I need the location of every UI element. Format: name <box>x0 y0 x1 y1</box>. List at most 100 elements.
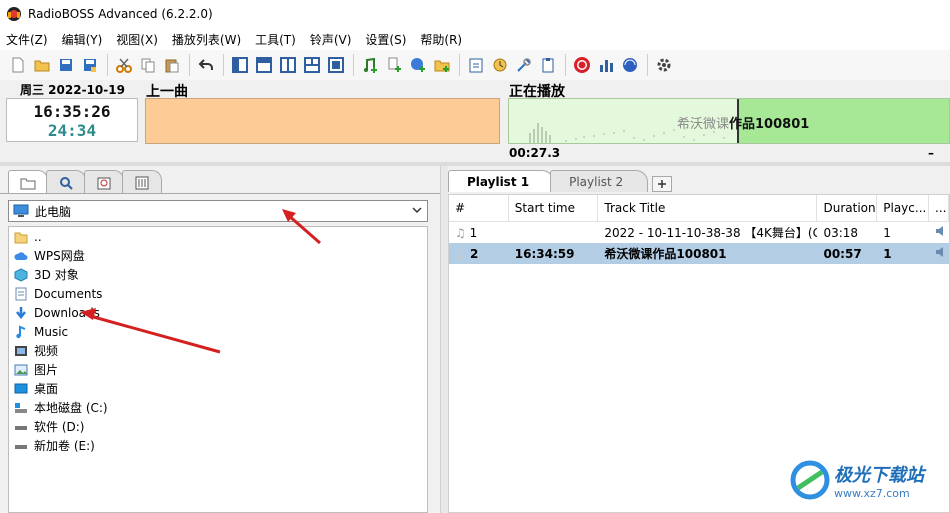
tab-playlist-1[interactable]: Playlist 1 <box>448 170 555 192</box>
tab-history[interactable] <box>84 170 124 194</box>
list-item[interactable]: 3D 对象 <box>9 265 427 284</box>
menu-file[interactable]: 文件(Z) <box>6 31 48 48</box>
layout-split-icon[interactable] <box>278 55 298 75</box>
drive-c-icon <box>13 400 29 416</box>
table-row-selected[interactable]: ♫ 2 16:34:59 希沃微课作品100801 00:57 1 <box>449 243 949 264</box>
list-item-label: .. <box>34 229 42 244</box>
layout-window-icon[interactable] <box>326 55 346 75</box>
cloud-drive-icon <box>13 248 29 264</box>
file-browser-panel: 此电脑 .. WPS网盘 3D 对象 Documents Downloads M… <box>0 166 440 513</box>
add-url-icon[interactable] <box>408 55 428 75</box>
schedule-icon[interactable] <box>466 55 486 75</box>
add-playlist-button[interactable] <box>652 176 673 192</box>
location-value: 此电脑 <box>35 204 72 219</box>
list-item[interactable]: 软件 (D:) <box>9 417 427 436</box>
search-icon <box>60 176 73 190</box>
row-playcount: 1 <box>883 225 891 240</box>
clipboard-icon[interactable] <box>538 55 558 75</box>
list-item-label: Music <box>34 324 69 339</box>
clock-elapsed: 24:34 <box>47 121 97 140</box>
drive-icon <box>13 438 29 454</box>
cut-icon[interactable] <box>114 55 134 75</box>
table-row[interactable]: ♫ 1 2022 - 10-11-10-38-38 【4K舞台】(G)I... … <box>449 222 949 243</box>
watermark-logo-icon <box>790 460 830 500</box>
column-duration[interactable]: Duration <box>817 195 878 221</box>
list-item-label: WPS网盘 <box>34 249 85 263</box>
menu-tools[interactable]: 工具(T) <box>255 31 296 48</box>
drive-icon <box>13 419 29 435</box>
list-item[interactable]: Documents <box>9 284 427 303</box>
row-duration: 03:18 <box>823 225 859 240</box>
column-start-time[interactable]: Start time <box>509 195 599 221</box>
paste-icon[interactable] <box>162 55 182 75</box>
row-track-title: 希沃微课作品100801 <box>604 247 727 261</box>
undo-icon[interactable] <box>196 55 216 75</box>
menu-edit[interactable]: 编辑(Y) <box>62 31 103 48</box>
column-track-title[interactable]: Track Title <box>598 195 818 221</box>
location-dropdown[interactable]: 此电脑 <box>8 200 428 222</box>
row-start-time: 16:34:59 <box>514 246 575 261</box>
speaker-icon <box>929 246 949 261</box>
menu-settings[interactable]: 设置(S) <box>365 31 406 48</box>
tab-search[interactable] <box>46 170 86 194</box>
watermark-text: 极光下载站 www.xz7.com <box>834 461 924 500</box>
menu-playlist[interactable]: 播放列表(W) <box>172 31 241 48</box>
column-more[interactable]: ... <box>929 195 949 221</box>
tools-icon[interactable] <box>514 55 534 75</box>
column-playcount[interactable]: Playc... <box>877 195 930 221</box>
3d-objects-icon <box>13 267 29 283</box>
clock-time: 16:35:26 <box>33 102 111 121</box>
list-item[interactable]: 图片 <box>9 360 427 379</box>
tab-playlist-2[interactable]: Playlist 2 <box>550 170 649 192</box>
list-item[interactable]: 桌面 <box>9 379 427 398</box>
now-playing-title-faded: 希沃微课 <box>677 117 730 132</box>
row-track-title: 2022 - 10-11-10-38-38 【4K舞台】(G)I... <box>604 226 818 240</box>
layout-left-icon[interactable] <box>230 55 250 75</box>
day-date: 周三 2022-10-19 <box>20 83 125 97</box>
open-icon[interactable] <box>32 55 52 75</box>
list-item-label: 桌面 <box>34 382 59 396</box>
add-track-icon[interactable] <box>360 55 380 75</box>
layout-top-icon[interactable] <box>254 55 274 75</box>
scheduler-icon[interactable] <box>490 55 510 75</box>
menu-view[interactable]: 视图(X) <box>116 31 158 48</box>
broadcast-icon[interactable] <box>620 55 640 75</box>
record-icon[interactable] <box>572 55 592 75</box>
menu-help[interactable]: 帮助(R) <box>420 31 462 48</box>
tab-folders[interactable] <box>8 170 48 194</box>
copy-icon[interactable] <box>138 55 158 75</box>
settings-gear-icon[interactable] <box>654 55 674 75</box>
menu-bells[interactable]: 铃声(V) <box>310 31 352 48</box>
save-as-icon[interactable] <box>80 55 100 75</box>
plus-icon <box>658 180 667 188</box>
now-playing-elapsed: 00:27.3 <box>509 146 561 160</box>
previous-track-panel[interactable] <box>145 98 500 144</box>
vertical-splitter[interactable] <box>440 166 448 513</box>
chevron-down-icon <box>412 207 422 214</box>
save-icon[interactable] <box>56 55 76 75</box>
list-item[interactable]: Music <box>9 322 427 341</box>
folder-icon <box>13 229 29 245</box>
row-number: 2 <box>469 246 479 261</box>
mixer-icon <box>135 176 149 189</box>
list-item[interactable]: 新加卷 (E:) <box>9 436 427 455</box>
tab-underline <box>0 193 440 194</box>
statistics-icon[interactable] <box>596 55 616 75</box>
now-playing-panel[interactable]: 希沃微课作品100801 <box>508 98 950 144</box>
new-icon[interactable] <box>8 55 28 75</box>
music-icon <box>13 324 29 340</box>
history-icon <box>97 177 111 189</box>
list-item[interactable]: 视频 <box>9 341 427 360</box>
tab-mixer[interactable] <box>122 170 162 194</box>
list-item-label: 新加卷 (E:) <box>34 439 95 453</box>
add-folder-icon[interactable] <box>432 55 452 75</box>
layout-grid-icon[interactable] <box>302 55 322 75</box>
list-item[interactable]: Downloads <box>9 303 427 322</box>
list-item[interactable]: 本地磁盘 (C:) <box>9 398 427 417</box>
column-number[interactable]: # <box>449 195 509 221</box>
list-item[interactable]: WPS网盘 <box>9 246 427 265</box>
list-item[interactable]: .. <box>9 227 427 246</box>
pictures-icon <box>13 362 29 378</box>
list-item-label: 视频 <box>34 344 59 358</box>
add-file-icon[interactable] <box>384 55 404 75</box>
